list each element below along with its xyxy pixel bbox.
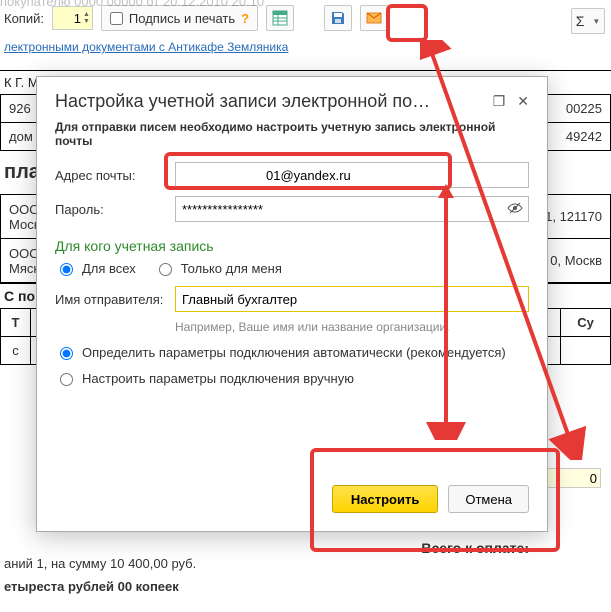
copies-input[interactable] — [55, 9, 83, 28]
password-label: Пароль: — [55, 202, 165, 217]
radio-all-input[interactable] — [60, 263, 73, 276]
password-input[interactable] — [175, 196, 529, 222]
sign-print-checkbox[interactable] — [110, 12, 123, 25]
chevron-down-icon: ▼ — [592, 17, 600, 26]
close-icon[interactable]: ✕ — [517, 93, 529, 110]
email-label: Адрес почты: — [55, 168, 165, 183]
radio-auto-input[interactable] — [60, 347, 73, 360]
dialog-title: Настройка учетной записи электронной по… — [55, 91, 430, 112]
sum-input[interactable] — [547, 468, 601, 488]
spreadsheet-icon — [272, 10, 288, 26]
ok-button[interactable]: Настроить — [332, 485, 438, 513]
cancel-button[interactable]: Отмена — [448, 485, 529, 513]
radio-manual-input[interactable] — [60, 373, 73, 386]
window-restore-icon[interactable]: ❐ — [493, 93, 506, 110]
spreadsheet-button[interactable] — [266, 5, 294, 31]
sigma-icon: Σ — [576, 13, 585, 29]
radio-manual-label: Настроить параметры подключения вручную — [82, 371, 354, 386]
radio-me-label: Только для меня — [181, 261, 282, 276]
footer-line-1: аний 1, на сумму 10 400,00 руб. — [0, 552, 200, 575]
sender-name-input[interactable] — [175, 286, 529, 312]
sender-name-hint: Например, Ваше имя или название организа… — [175, 320, 529, 334]
dialog-instruction: Для отправки писем необходимо настроить … — [55, 120, 529, 148]
eye-icon[interactable] — [507, 200, 523, 219]
save-button[interactable] — [324, 5, 352, 31]
radio-me[interactable]: Только для меня — [154, 260, 282, 276]
radio-manual[interactable]: Настроить параметры подключения вручную — [55, 370, 354, 386]
email-input[interactable] — [175, 162, 529, 188]
envelope-icon — [366, 10, 382, 26]
email-button[interactable] — [360, 5, 388, 31]
floppy-icon — [330, 10, 346, 26]
footer-line-2: етыреста рублей 00 копеек — [0, 575, 200, 598]
radio-auto-label: Определить параметры подключения автомат… — [82, 345, 506, 360]
radio-all-label: Для всех — [82, 261, 136, 276]
help-icon[interactable]: ? — [241, 11, 249, 26]
edo-link[interactable]: лектронными документами с Антикафе Земля… — [4, 40, 288, 54]
sigma-button[interactable]: Σ ▼ — [571, 8, 605, 34]
for-whom-section: Для кого учетная запись — [55, 238, 529, 254]
total-label: Всего к оплате: — [421, 540, 529, 556]
radio-all[interactable]: Для всех — [55, 260, 136, 276]
radio-auto[interactable]: Определить параметры подключения автомат… — [55, 344, 506, 360]
radio-me-input[interactable] — [159, 263, 172, 276]
sign-print-label: Подпись и печать — [129, 11, 235, 26]
email-account-dialog: Настройка учетной записи электронной по…… — [36, 76, 548, 532]
sender-name-label: Имя отправителя: — [55, 292, 165, 307]
top-fragment: покупателю 0000 00000 от 20.12.2010 20.1… — [0, 0, 264, 9]
copies-spinner[interactable]: ▲▼ — [52, 6, 93, 30]
copies-label: Копий: — [4, 11, 44, 26]
spinner-arrows[interactable]: ▲▼ — [83, 11, 90, 25]
